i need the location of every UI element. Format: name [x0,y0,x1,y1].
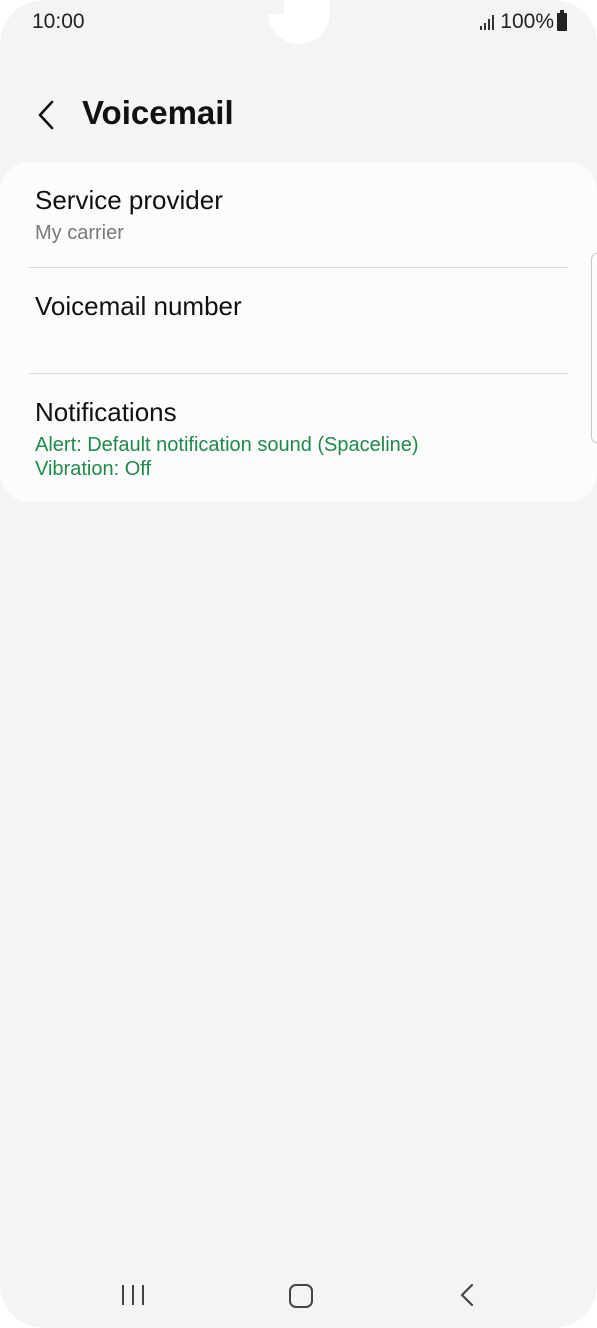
setting-vibration-value: Vibration: Off [35,458,151,480]
back-arrow-icon[interactable] [30,96,62,134]
nav-back-icon[interactable] [456,1282,478,1308]
setting-notifications[interactable]: Notifications Alert: Default notificatio… [0,374,597,502]
setting-alert-value: Alert: Default notification sound (Space… [35,434,419,456]
navigation-bar [0,1270,597,1320]
setting-subtitle: My carrier [35,222,124,244]
setting-title: Notifications [35,397,177,427]
status-indicators: 100% [480,10,567,34]
battery-percent: 100% [500,10,554,33]
settings-card: Service provider My carrier Voicemail nu… [0,162,597,502]
setting-title: Service provider [35,185,223,215]
recents-icon[interactable] [122,1285,144,1305]
scroll-indicator[interactable] [591,253,597,443]
phone-screen: 10:00 100% Voicemail Service provider My… [0,0,597,1328]
setting-title: Voicemail number [35,291,242,321]
setting-service-provider[interactable]: Service provider My carrier [0,162,597,268]
home-icon[interactable] [289,1284,313,1308]
camera-notch [268,0,330,44]
battery-icon [557,10,567,31]
setting-voicemail-number[interactable]: Voicemail number [0,268,597,374]
status-time: 10:00 [32,10,85,33]
page-title: Voicemail [82,94,234,131]
signal-icon [480,14,495,30]
